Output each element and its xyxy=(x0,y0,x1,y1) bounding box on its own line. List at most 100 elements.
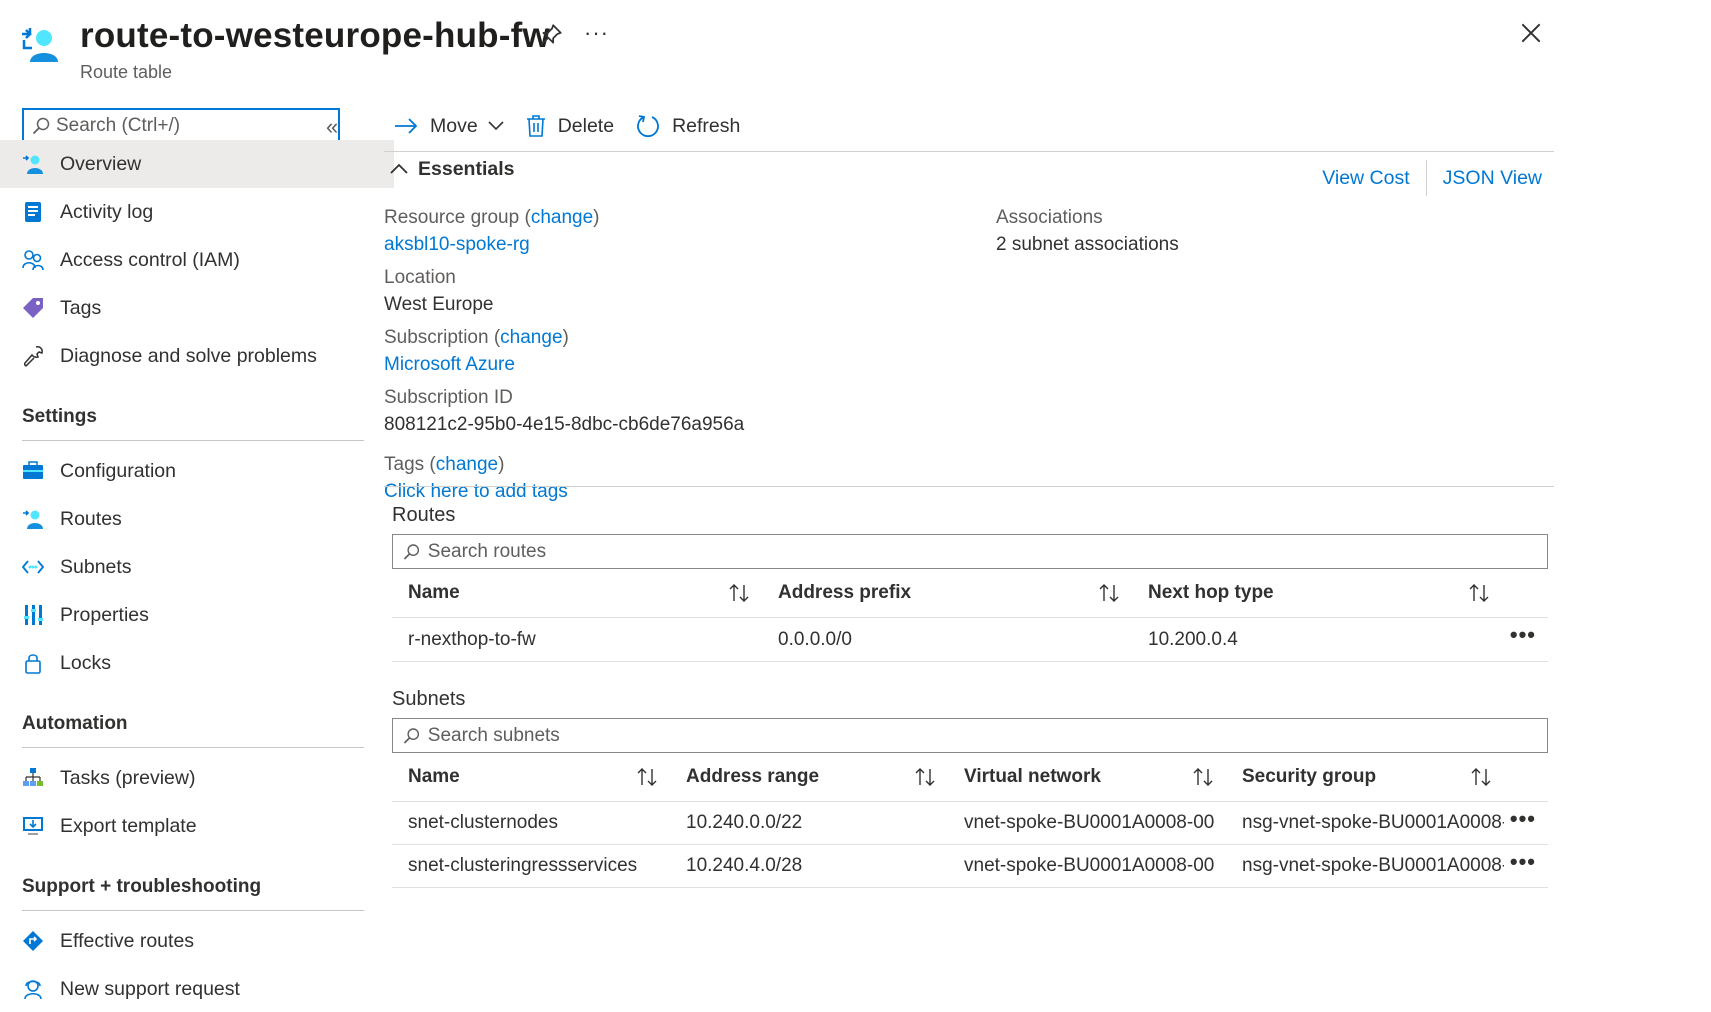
search-icon xyxy=(403,543,420,560)
iam-icon xyxy=(22,249,44,271)
sidebar-item-iam[interactable]: Access control (IAM) xyxy=(0,236,394,284)
sidebar-item-label: Properties xyxy=(60,603,149,626)
sidebar-item-effective-routes[interactable]: Effective routes xyxy=(0,917,394,965)
sidebar-item-export-template[interactable]: Export template xyxy=(0,802,394,850)
section-divider xyxy=(22,747,364,748)
sidebar-item-overview[interactable]: Overview xyxy=(0,140,394,188)
activity-log-icon xyxy=(22,201,44,223)
column-header-label: Security group xyxy=(1242,765,1377,787)
search-icon xyxy=(32,117,50,135)
essentials-subscription: Subscription (change) Microsoft Azure xyxy=(384,324,744,384)
sidebar-item-locks[interactable]: Locks xyxy=(0,639,394,687)
row-more-options-icon[interactable]: ••• xyxy=(1510,849,1536,875)
resource-group-change-link[interactable]: change xyxy=(531,207,593,228)
sidebar-item-activity-log[interactable]: Activity log xyxy=(0,188,394,236)
subscription-link[interactable]: Microsoft Azure xyxy=(384,354,515,375)
sidebar-item-properties[interactable]: Properties xyxy=(0,591,394,639)
sort-icon[interactable] xyxy=(1192,767,1216,787)
associations-label: Associations xyxy=(996,207,1103,228)
sidebar: « Overview Activity log Access control (… xyxy=(0,100,394,1012)
column-header-address-prefix[interactable]: Address prefix xyxy=(762,582,1132,604)
column-header-name[interactable]: Name xyxy=(392,766,670,788)
chevron-down-icon xyxy=(488,121,504,131)
sidebar-item-routes[interactable]: Routes xyxy=(0,495,394,543)
sidebar-item-subnets[interactable]: Subnets xyxy=(0,543,394,591)
refresh-icon xyxy=(636,114,660,138)
routes-search-box[interactable] xyxy=(392,534,1548,569)
tags-change-link[interactable]: change xyxy=(436,454,498,475)
column-header-next-hop-type[interactable]: Next hop type xyxy=(1132,582,1502,604)
section-divider xyxy=(22,910,364,911)
page-title: route-to-westeurope-hub-fw xyxy=(80,16,550,55)
subnets-grid: Name Address range Virtual network Secur… xyxy=(392,752,1548,888)
subnet-address-range-cell: 10.240.4.0/28 xyxy=(686,855,803,876)
sidebar-item-tags[interactable]: Tags xyxy=(0,284,394,332)
routes-search-input[interactable] xyxy=(427,540,1547,563)
sort-icon[interactable] xyxy=(1098,583,1122,603)
subnets-search-box[interactable] xyxy=(392,718,1548,753)
toolbar-divider xyxy=(384,151,1554,152)
essentials-location: Location West Europe xyxy=(384,264,744,324)
page-header: route-to-westeurope-hub-fw Route table ·… xyxy=(0,0,1711,90)
sort-icon[interactable] xyxy=(728,583,752,603)
sidebar-item-label: Overview xyxy=(60,152,142,175)
subnet-security-group-cell: nsg-vnet-spoke-BU0001A0008-... xyxy=(1242,855,1504,876)
sort-icon[interactable] xyxy=(636,767,660,787)
table-row[interactable]: snet-clusternodes 10.240.0.0/22 vnet-spo… xyxy=(392,802,1548,845)
sort-icon[interactable] xyxy=(914,767,938,787)
sidebar-item-label: Subnets xyxy=(60,555,132,578)
lock-icon xyxy=(22,652,44,674)
column-header-address-range[interactable]: Address range xyxy=(670,766,948,788)
sidebar-item-diagnose[interactable]: Diagnose and solve problems xyxy=(0,332,394,380)
sidebar-item-label: Activity log xyxy=(60,200,154,223)
routes-grid-header: Name Address prefix Next hop type xyxy=(392,568,1548,618)
associations-value: 2 subnet associations xyxy=(996,234,1179,255)
move-button[interactable]: Move xyxy=(384,115,504,138)
table-row[interactable]: snet-clusteringressservices 10.240.4.0/2… xyxy=(392,845,1548,888)
properties-icon xyxy=(22,604,44,626)
essentials-toggle[interactable]: Essentials xyxy=(390,158,514,181)
delete-label: Delete xyxy=(557,114,615,137)
subnet-virtual-network-cell: vnet-spoke-BU0001A0008-00 xyxy=(964,812,1215,833)
json-view-link[interactable]: JSON View xyxy=(1443,167,1542,190)
sidebar-search-box[interactable] xyxy=(22,108,340,144)
refresh-button[interactable]: Refresh xyxy=(636,114,740,138)
subscription-id-value: 808121c2-95b0-4e15-8dbc-cb6de76a956a xyxy=(384,414,745,435)
column-header-label: Address range xyxy=(686,765,820,787)
refresh-label: Refresh xyxy=(672,114,741,137)
command-bar: Move Delete Refresh xyxy=(384,106,762,146)
sidebar-item-new-support-request[interactable]: New support request xyxy=(0,965,394,1012)
pin-icon[interactable] xyxy=(538,22,564,48)
sort-icon[interactable] xyxy=(1468,583,1492,603)
column-header-security-group[interactable]: Security group xyxy=(1226,766,1504,788)
sidebar-item-label: Tags xyxy=(60,296,102,319)
sidebar-item-configuration[interactable]: Configuration xyxy=(0,447,394,495)
table-row[interactable]: r-nexthop-to-fw 0.0.0.0/0 10.200.0.4 ••• xyxy=(392,618,1548,662)
arrow-right-icon xyxy=(394,117,418,135)
subnet-address-range-cell: 10.240.0.0/22 xyxy=(686,812,803,833)
column-header-label: Next hop type xyxy=(1148,581,1274,603)
view-cost-link[interactable]: View Cost xyxy=(1322,167,1409,190)
tags-label-row: Tags (change) xyxy=(384,454,505,475)
close-icon[interactable] xyxy=(1518,20,1544,46)
routes-icon xyxy=(22,508,44,530)
sidebar-search-input[interactable] xyxy=(56,115,316,137)
link-separator xyxy=(1425,160,1427,196)
essentials-right-column: Associations 2 subnet associations xyxy=(996,204,1179,270)
column-header-name[interactable]: Name xyxy=(392,582,762,604)
subnets-grid-header: Name Address range Virtual network Secur… xyxy=(392,752,1548,802)
column-header-virtual-network[interactable]: Virtual network xyxy=(948,766,1226,788)
row-more-options-icon[interactable]: ••• xyxy=(1510,806,1536,832)
sort-icon[interactable] xyxy=(1470,767,1494,787)
row-more-options-icon[interactable]: ••• xyxy=(1510,622,1536,648)
subnets-search-input[interactable] xyxy=(427,724,1547,747)
delete-button[interactable]: Delete xyxy=(526,115,614,138)
sidebar-item-tasks[interactable]: Tasks (preview) xyxy=(0,754,394,802)
route-next-hop-cell: 10.200.0.4 xyxy=(1148,628,1238,650)
resource-group-link[interactable]: aksbl10-spoke-rg xyxy=(384,234,530,255)
more-options-icon[interactable]: ··· xyxy=(584,20,609,46)
collapse-sidebar-button[interactable]: « xyxy=(326,114,338,140)
effective-routes-icon xyxy=(22,930,44,952)
add-tags-link[interactable]: Click here to add tags xyxy=(384,481,568,502)
subscription-change-link[interactable]: change xyxy=(500,327,562,348)
